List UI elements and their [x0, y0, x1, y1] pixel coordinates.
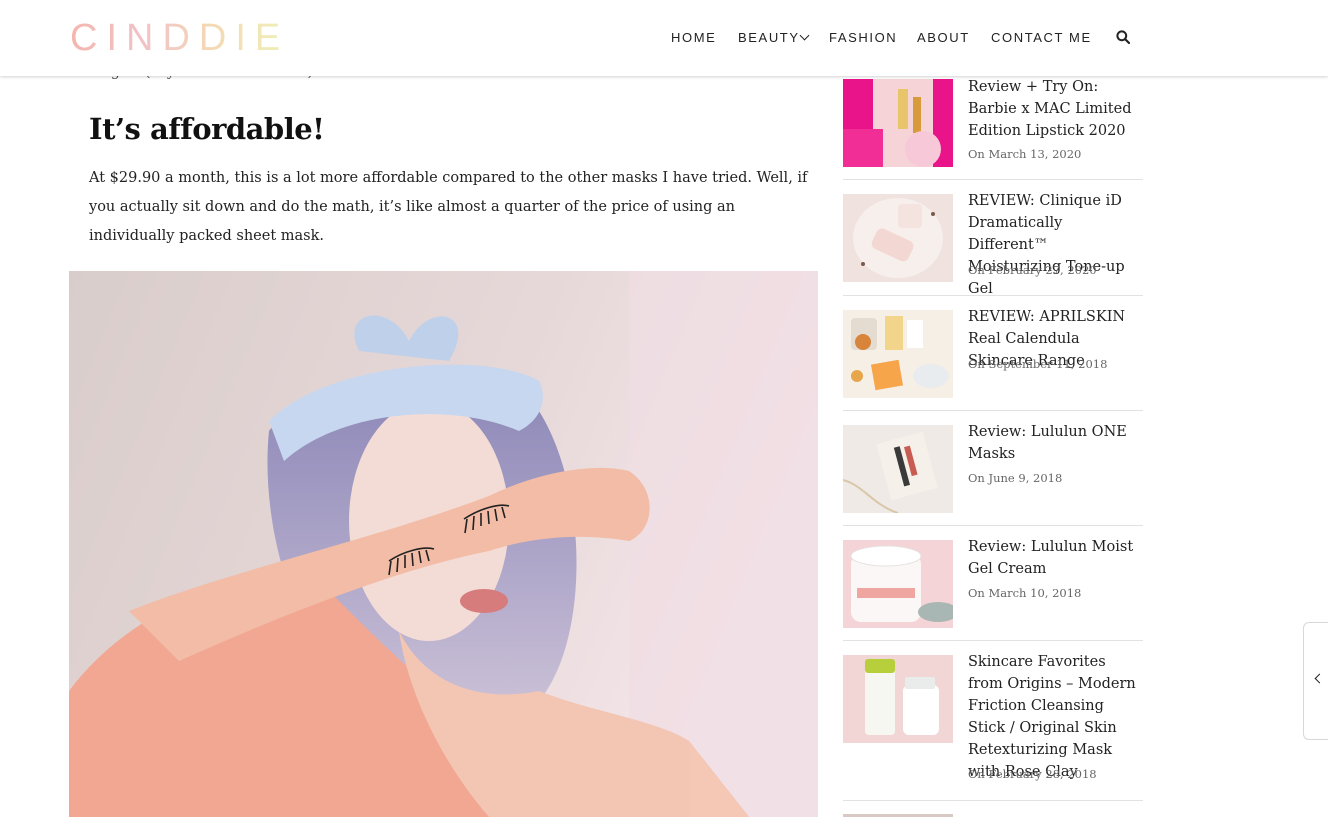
- nav-beauty[interactable]: BEAUTY: [738, 30, 800, 45]
- chevron-left-icon[interactable]: [1314, 673, 1325, 684]
- divider: [843, 800, 1143, 801]
- nav-about[interactable]: ABOUT: [917, 30, 970, 45]
- divider: [843, 179, 1143, 180]
- post-date: On June 9, 2018: [968, 471, 1063, 485]
- post-thumbnail[interactable]: [843, 79, 953, 167]
- post-title[interactable]: Skincare Favorites from Origins – Modern…: [968, 651, 1143, 783]
- divider: [843, 295, 1143, 296]
- nav-fashion[interactable]: FASHION: [829, 30, 897, 45]
- post-thumbnail[interactable]: [843, 540, 953, 628]
- nav-contact[interactable]: CONTACT ME: [991, 30, 1092, 45]
- post-title[interactable]: Review + Try On: Barbie x MAC Limited Ed…: [968, 76, 1143, 142]
- post-thumbnail[interactable]: [843, 655, 953, 743]
- site-header: CINDDIE HOME BEAUTY FASHION ABOUT CONTAC…: [0, 0, 1328, 76]
- article-paragraph: At $29.90 a month, this is a lot more af…: [89, 170, 808, 244]
- divider: [843, 640, 1143, 641]
- search-icon[interactable]: [1116, 30, 1130, 44]
- chevron-down-icon[interactable]: [799, 30, 810, 41]
- post-date: On February 28, 2018: [968, 767, 1097, 781]
- nav-home[interactable]: HOME: [671, 30, 716, 45]
- post-title[interactable]: Review: Lululun Moist Gel Cream: [968, 536, 1143, 580]
- divider: [843, 525, 1143, 526]
- site-logo[interactable]: CINDDIE: [70, 18, 289, 58]
- post-thumbnail[interactable]: [843, 310, 953, 398]
- section-heading: It’s affordable!: [89, 112, 325, 146]
- post-thumbnail[interactable]: [843, 425, 953, 513]
- divider: [843, 410, 1143, 411]
- post-date: On September 11, 2018: [968, 357, 1108, 371]
- article-hero-image: [69, 271, 818, 817]
- post-date: On March 13, 2020: [968, 147, 1082, 161]
- post-title[interactable]: Review: Lululun ONE Masks: [968, 421, 1143, 465]
- sidebar-toggle-tab[interactable]: [1303, 622, 1328, 740]
- post-date: On February 27, 2020: [968, 263, 1097, 277]
- post-thumbnail[interactable]: [843, 194, 953, 282]
- post-date: On March 10, 2018: [968, 586, 1082, 600]
- post-title[interactable]: REVIEW: Clinique iD Dramatically Differe…: [968, 190, 1143, 300]
